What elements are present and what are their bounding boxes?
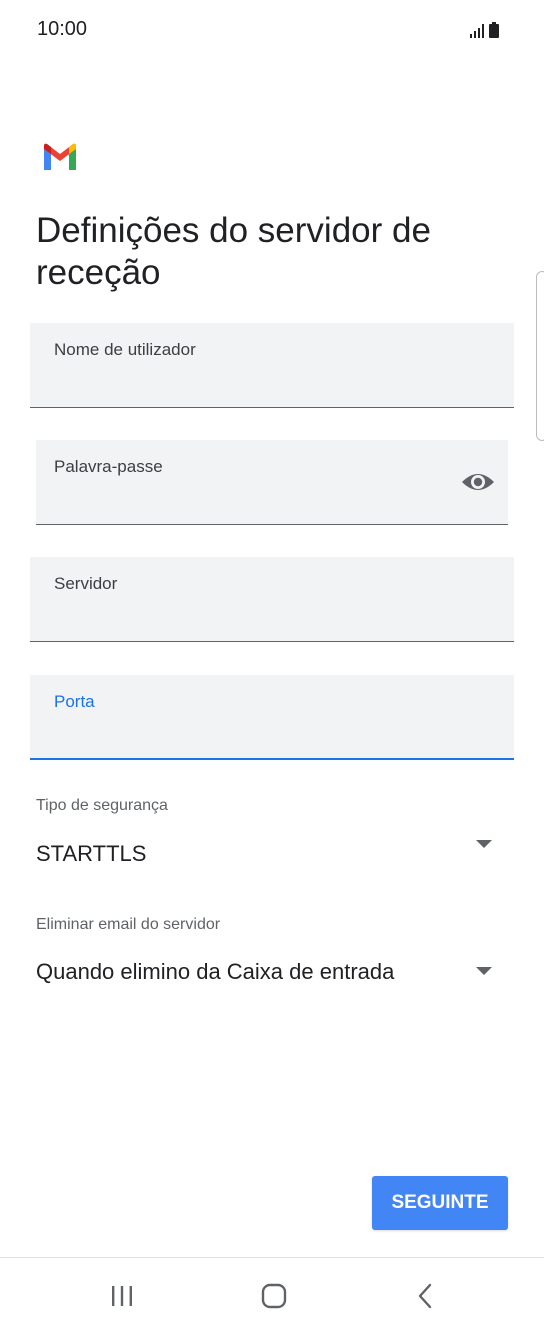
delete-email-label: Eliminar email do servidor bbox=[36, 916, 221, 933]
delete-email-select[interactable]: Quando elimino da Caixa de entrada bbox=[36, 959, 394, 985]
status-icons bbox=[470, 22, 499, 38]
server-label: Servidor bbox=[54, 574, 118, 593]
security-type-select[interactable]: STARTTLS bbox=[36, 841, 146, 867]
username-field[interactable]: Nome de utilizador bbox=[30, 323, 514, 408]
username-label: Nome de utilizador bbox=[54, 340, 196, 359]
eye-icon[interactable] bbox=[460, 468, 496, 496]
password-field[interactable]: Palavra-passe bbox=[36, 440, 508, 525]
password-label: Palavra-passe bbox=[54, 457, 163, 476]
signal-bars-icon bbox=[470, 24, 484, 38]
page-title: Definições do servidor de receção bbox=[36, 211, 431, 292]
dropdown-arrow-icon[interactable] bbox=[474, 838, 494, 850]
nav-divider bbox=[0, 1257, 544, 1258]
battery-icon bbox=[489, 22, 499, 38]
security-type-label: Tipo de segurança bbox=[36, 797, 168, 814]
home-icon[interactable] bbox=[261, 1283, 287, 1309]
back-icon[interactable] bbox=[415, 1283, 435, 1309]
dropdown-arrow-icon[interactable] bbox=[474, 965, 494, 977]
next-button[interactable]: SEGUINTE bbox=[372, 1176, 508, 1230]
status-time: 10:00 bbox=[37, 18, 88, 40]
port-label: Porta bbox=[54, 692, 95, 711]
server-field[interactable]: Servidor bbox=[30, 557, 514, 642]
gmail-logo-icon bbox=[44, 143, 76, 170]
scroll-indicator[interactable] bbox=[536, 271, 544, 441]
port-field[interactable]: Porta bbox=[30, 675, 514, 760]
recent-apps-icon[interactable] bbox=[108, 1284, 136, 1308]
